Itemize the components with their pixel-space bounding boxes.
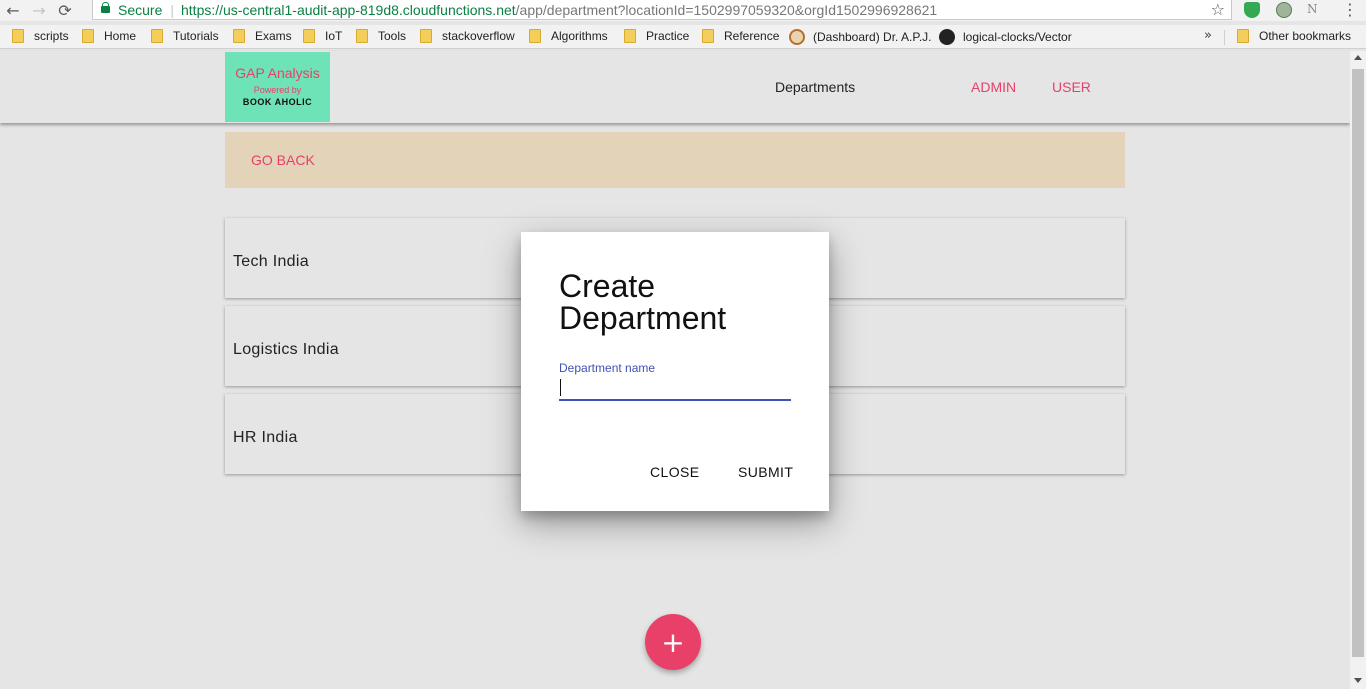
scroll-up-icon[interactable] <box>1354 55 1362 60</box>
bookmark-home[interactable]: Home <box>82 29 136 43</box>
app-header: GAP Analysis Powered by BOOK AHOLIC Depa… <box>0 51 1350 123</box>
back-arrow-icon[interactable]: ← <box>0 0 26 21</box>
bookmark-label: Reference <box>724 29 780 43</box>
folder-icon <box>233 29 245 43</box>
eye-extension-icon[interactable] <box>1276 2 1292 18</box>
folder-icon <box>82 29 94 43</box>
bookmark-label: Tutorials <box>173 29 219 43</box>
department-name-label: Department name <box>559 361 656 375</box>
bookmark-label: (Dashboard) Dr. A.P.J. <box>813 30 932 44</box>
bookmark-stackoverflow[interactable]: stackoverflow <box>420 29 515 43</box>
more-bookmarks-icon[interactable]: » <box>1204 28 1212 43</box>
logo-brand: BOOK AHOLIC <box>242 97 313 107</box>
emblem-icon <box>789 29 805 45</box>
bookmark-scripts[interactable]: scripts <box>12 29 69 43</box>
bookmark-label: IoT <box>325 29 343 43</box>
folder-icon <box>12 29 24 43</box>
bookmark-practice[interactable]: Practice <box>624 29 689 43</box>
browser-toolbar: ← → ⟳ Secure | https://us-central1-audit… <box>0 0 1366 21</box>
plus-icon: + <box>661 625 685 659</box>
folder-icon <box>151 29 163 43</box>
bookmark-label: Other bookmarks <box>1259 29 1352 43</box>
scroll-down-icon[interactable] <box>1354 678 1362 683</box>
secure-label: Secure <box>118 1 163 18</box>
forward-arrow-icon[interactable]: → <box>26 0 52 21</box>
folder-icon <box>356 29 368 43</box>
folder-icon <box>420 29 432 43</box>
bookmark-label: stackoverflow <box>442 29 515 43</box>
address-separator: | <box>170 1 174 18</box>
folder-icon <box>529 29 541 43</box>
create-department-dialog: Create Department Department name CLOSE … <box>521 232 829 511</box>
submit-button[interactable]: SUBMIT <box>738 464 793 480</box>
shield-extension-icon[interactable] <box>1244 2 1260 18</box>
bookmark-label: Exams <box>255 29 292 43</box>
address-bar[interactable]: Secure | https://us-central1-audit-app-8… <box>92 0 1232 20</box>
department-name: HR India <box>233 429 298 446</box>
folder-icon <box>1237 29 1249 43</box>
nav-admin[interactable]: ADMIN <box>971 79 1016 95</box>
reload-icon[interactable]: ⟳ <box>52 0 78 21</box>
bookmark-reference[interactable]: Reference <box>702 29 779 43</box>
go-back-button[interactable]: GO BACK <box>251 152 315 168</box>
folder-icon <box>303 29 315 43</box>
github-icon <box>939 29 955 45</box>
folder-icon <box>702 29 714 43</box>
dialog-title: Create Department <box>559 268 727 336</box>
bookmark-label: scripts <box>34 29 69 43</box>
bookmark-exams[interactable]: Exams <box>233 29 292 43</box>
department-name-input[interactable] <box>559 377 791 401</box>
goback-bar: GO BACK <box>225 132 1125 188</box>
page-scrollbar[interactable] <box>1350 51 1366 689</box>
lock-icon <box>101 1 110 16</box>
bookmark-label: logical-clocks/Vector <box>963 30 1072 44</box>
bookmark-tutorials[interactable]: Tutorials <box>151 29 219 43</box>
bookmarks-divider <box>1224 30 1225 45</box>
bookmark-dashboard[interactable]: (Dashboard) Dr. A.P.J. <box>789 29 932 45</box>
bookmark-tools[interactable]: Tools <box>356 29 406 43</box>
browser-menu-icon[interactable]: ⋮ <box>1342 1 1358 19</box>
app-logo[interactable]: GAP Analysis Powered by BOOK AHOLIC <box>225 52 330 122</box>
folder-icon <box>624 29 636 43</box>
department-name: Logistics India <box>233 341 339 358</box>
bookmarks-bar: scripts Home Tutorials Exams IoT Tools s… <box>0 25 1366 49</box>
close-button[interactable]: CLOSE <box>650 464 699 480</box>
logo-title: GAP Analysis <box>235 65 320 81</box>
nav-departments[interactable]: Departments <box>775 79 855 95</box>
bookmark-label: Home <box>104 29 137 43</box>
n-extension-icon[interactable]: N <box>1307 2 1323 18</box>
url-host: https://us-central1-audit-app-819d8.clou… <box>181 1 516 18</box>
bookmark-logical-clocks[interactable]: logical-clocks/Vector <box>939 29 1072 45</box>
bookmark-label: Practice <box>646 29 690 43</box>
bookmark-label: Algorithms <box>551 29 608 43</box>
scrollbar-thumb[interactable] <box>1352 69 1364 657</box>
add-department-button[interactable]: + <box>645 614 701 670</box>
url-path: /app/department?locationId=1502997059320… <box>515 1 938 18</box>
bookmark-label: Tools <box>378 29 407 43</box>
bookmark-other[interactable]: Other bookmarks <box>1237 29 1351 43</box>
bookmark-algorithms[interactable]: Algorithms <box>529 29 608 43</box>
bookmark-star-icon[interactable]: ☆ <box>1211 0 1225 19</box>
department-name: Tech India <box>233 253 309 270</box>
logo-powered-by: Powered by <box>253 85 302 95</box>
text-caret <box>560 379 561 396</box>
nav-user[interactable]: USER <box>1052 79 1091 95</box>
bookmark-iot[interactable]: IoT <box>303 29 342 43</box>
